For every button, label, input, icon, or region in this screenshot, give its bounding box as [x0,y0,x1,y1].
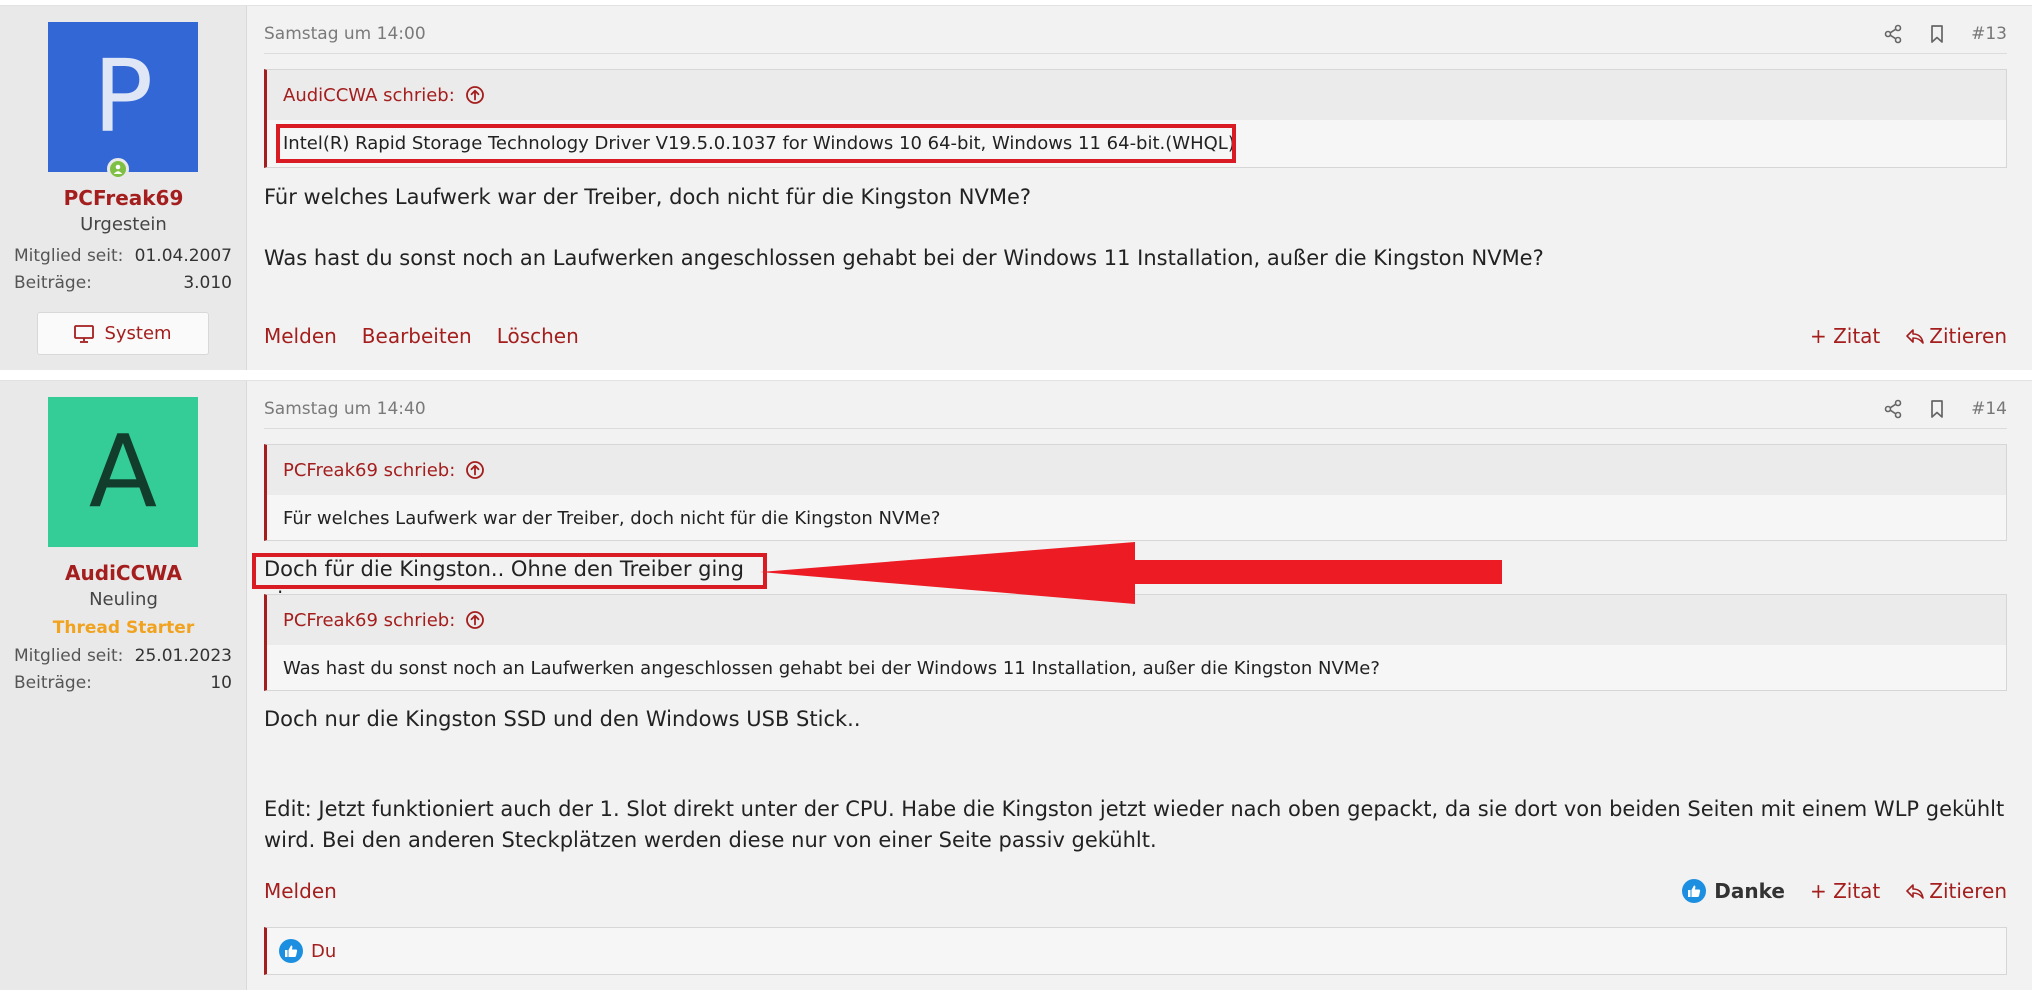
meta-divider [264,428,2007,429]
avatar[interactable]: A [48,397,198,547]
quote-author[interactable]: PCFreak69 schrieb: [283,460,455,481]
post-date[interactable]: Samstag um 14:40 [264,399,426,419]
report-link[interactable]: Melden [264,324,337,348]
quote-header[interactable]: AudiCCWA schrieb: [267,70,2006,120]
post-actions-left: Melden [264,879,337,903]
arrow-up-circle-icon[interactable] [465,460,485,480]
post-date[interactable]: Samstag um 14:00 [264,24,426,44]
reply-icon [1906,884,1925,899]
reply-button[interactable]: Zitieren [1905,324,2007,348]
thread-starter-badge: Thread Starter [52,618,195,638]
joined-value: 01.04.2007 [134,246,232,266]
post-number[interactable]: #14 [1971,399,2007,419]
thumbs-up-icon [1682,879,1707,903]
reply-label: Zitieren [1929,879,2007,903]
post-actions-left: Melden Bearbeiten Löschen [264,324,579,348]
avatar-letter: A [88,413,158,530]
joined-stat: Mitglied seit: 01.04.2007 [14,246,232,266]
system-label: System [104,323,172,344]
post-number[interactable]: #13 [1971,24,2007,44]
joined-label: Mitglied seit: [14,246,124,266]
share-icon[interactable] [1883,399,1903,419]
quote-author[interactable]: PCFreak69 schrieb: [283,610,455,631]
joined-value: 25.01.2023 [134,646,232,666]
post-actions-right: Danke + Zitat Zitieren [1682,879,2007,903]
red-arrow-annotation [760,542,1502,604]
arrow-up-circle-icon[interactable] [465,85,485,105]
monitor-icon [74,324,95,343]
like-button[interactable]: Danke [1682,879,1785,903]
reply-button[interactable]: Zitieren [1905,879,2007,903]
user-title: Urgestein [80,214,167,235]
report-link[interactable]: Melden [264,879,337,903]
post-main: Samstag um 14:40 #14 PCFreak69 schrieb: … [252,381,2007,990]
quote-block-2: PCFreak69 schrieb: Was hast du sonst noc… [264,594,2007,691]
like-label: Danke [1714,879,1785,903]
message-line-2: Was hast du sonst noch an Laufwerken ang… [264,246,1544,270]
delete-link[interactable]: Löschen [497,324,579,348]
share-icon[interactable] [1883,24,1903,44]
highlight-box [252,553,767,589]
reply-line-2: Doch nur die Kingston SSD und den Window… [264,707,861,731]
edit-link[interactable]: Bearbeiten [362,324,472,348]
quote-header[interactable]: PCFreak69 schrieb: [267,445,2006,495]
user-title: Neuling [89,589,158,610]
quote-block-1: PCFreak69 schrieb: Für welches Laufwerk … [264,444,2007,541]
online-status-icon [107,158,129,180]
posts-label: Beiträge: [14,273,92,293]
quote-author[interactable]: AudiCCWA schrieb: [283,85,455,106]
posts-stat: Beiträge: 3.010 [14,273,232,293]
reply-label: Zitieren [1929,324,2007,348]
message-line-1: Für welches Laufwerk war der Treiber, do… [264,185,1032,209]
user-panel: A AudiCCWA Neuling Thread Starter Mitgli… [0,381,247,990]
reactions-bar[interactable]: Du [264,927,2007,975]
highlight-box [276,124,1236,163]
quote-content: Für welches Laufwerk war der Treiber, do… [283,508,941,529]
post-actions-right: + Zitat Zitieren [1810,324,2007,348]
username[interactable]: PCFreak69 [0,186,247,210]
avatar-letter: P [92,38,154,155]
quote-content: Was hast du sonst noch an Laufwerken ang… [283,658,1380,679]
post-meta-actions: #14 [1883,399,2007,419]
reactions-users[interactable]: Du [311,941,336,962]
post-13: P PCFreak69 Urgestein Mitglied seit: 01.0… [0,5,2032,370]
arrow-up-circle-icon[interactable] [465,610,485,630]
joined-label: Mitglied seit: [14,646,124,666]
bookmark-icon[interactable] [1927,399,1947,419]
system-button[interactable]: System [37,312,209,355]
post-14: A AudiCCWA Neuling Thread Starter Mitgli… [0,380,2032,990]
post-main: Samstag um 14:00 #13 AudiCCWA schrieb: I… [264,6,2007,370]
posts-value[interactable]: 3.010 [183,273,232,293]
post-meta-actions: #13 [1883,24,2007,44]
posts-value[interactable]: 10 [210,673,232,693]
bookmark-icon[interactable] [1927,24,1947,44]
joined-stat: Mitglied seit: 25.01.2023 [14,646,232,666]
avatar[interactable]: P [48,22,198,172]
posts-label: Beiträge: [14,673,92,693]
reply-icon [1906,329,1925,344]
multiquote-button[interactable]: + Zitat [1810,324,1880,348]
username[interactable]: AudiCCWA [0,561,247,585]
thumbs-up-icon [279,939,303,963]
edit-note: Edit: Jetzt funktioniert auch der 1. Slo… [264,797,2005,852]
meta-divider [264,53,2007,54]
user-panel: P PCFreak69 Urgestein Mitglied seit: 01.0… [0,6,247,370]
posts-stat: Beiträge: 10 [14,673,232,693]
multiquote-button[interactable]: + Zitat [1810,879,1880,903]
